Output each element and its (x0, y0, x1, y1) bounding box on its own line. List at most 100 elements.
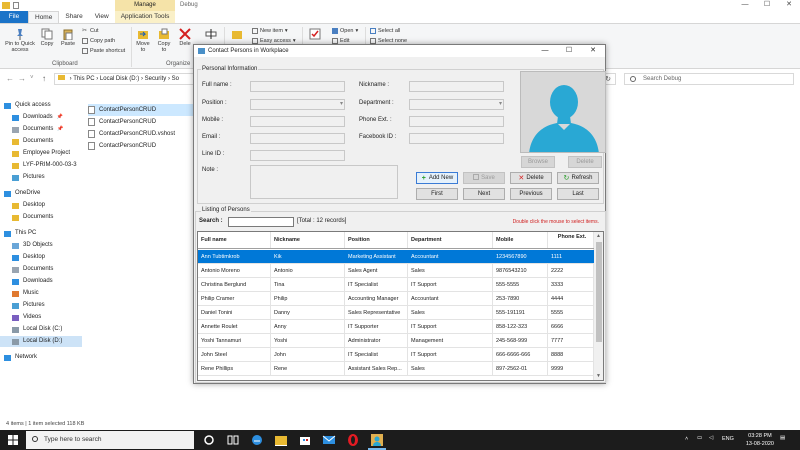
first-button[interactable]: First (416, 188, 458, 200)
file-item[interactable]: ContactPersonCRUD (88, 116, 198, 128)
note-field[interactable] (250, 165, 398, 199)
task-view-icon[interactable] (226, 433, 240, 447)
breadcrumb-security[interactable]: Security (145, 76, 167, 82)
column-header[interactable]: Position (345, 232, 408, 248)
maximize-icon[interactable]: ☐ (756, 0, 778, 11)
nav-item[interactable]: Network (0, 352, 82, 363)
table-row[interactable]: Yoshi Tannamuri Yoshi Administrator Managem… (198, 334, 594, 348)
breadcrumb-local-disk[interactable]: Local Disk (D:) (100, 76, 139, 82)
search-input[interactable]: Search Debug (624, 73, 794, 85)
phone-ext-field[interactable] (409, 116, 504, 127)
nav-item[interactable]: Documents (0, 212, 82, 223)
table-row[interactable]: Rene Phillips Rene Assistant Sales Rep... S… (198, 362, 594, 376)
forward-arrow-icon[interactable]: → (18, 74, 26, 83)
language-indicator[interactable]: ENG (722, 436, 734, 442)
last-button[interactable]: Last (557, 188, 599, 200)
tab-share[interactable]: Share (59, 11, 88, 23)
address-bar[interactable]: › This PC › Local Disk (D:) › Security ›… (54, 73, 214, 85)
column-header[interactable]: Full name (198, 232, 271, 248)
up-arrow-icon[interactable]: ↑ (42, 74, 46, 83)
scroll-up-icon[interactable]: ▲ (596, 233, 601, 239)
close-icon[interactable]: ✕ (778, 0, 800, 11)
nav-item[interactable]: Local Disk (C:) (0, 324, 82, 335)
column-header[interactable]: Phone Ext. (548, 232, 594, 248)
add-new-button[interactable]: + Add New (416, 172, 458, 184)
nav-item[interactable]: Employee Project (0, 148, 82, 159)
nav-item[interactable]: Local Disk (D:) (0, 336, 82, 347)
dialog-close-icon[interactable]: ✕ (581, 45, 605, 57)
network-tray-icon[interactable]: ▭ (697, 435, 702, 441)
facebook-id-field[interactable] (409, 133, 504, 144)
app-person-icon[interactable] (370, 433, 384, 447)
nav-item[interactable]: Documents (0, 136, 82, 147)
tab-home[interactable]: Home (28, 11, 60, 23)
previous-button[interactable]: Previous (510, 188, 552, 200)
back-arrow-icon[interactable]: ← (6, 74, 14, 83)
file-item[interactable]: ContactPersonCRUD (88, 140, 198, 152)
nav-item[interactable]: Pictures (0, 172, 82, 183)
table-row[interactable]: John Steel John IT Specialist IT Support 666… (198, 348, 594, 362)
recent-chevron-icon[interactable]: ˅ (30, 75, 34, 81)
new-item-button[interactable]: New item ▾ (252, 28, 288, 34)
nav-item[interactable]: LYF-PRIM-000-03-3 (0, 160, 82, 171)
browse-photo-button[interactable]: Browse (521, 156, 555, 168)
paste-button[interactable]: Paste (59, 28, 77, 47)
tab-view[interactable]: View (89, 11, 115, 23)
table-row[interactable]: Antonio Moreno Antonio Sales Agent Sales 987… (198, 264, 594, 278)
grid-scrollbar[interactable]: ▲ ▼ (593, 232, 603, 380)
nickname-field[interactable] (409, 81, 504, 92)
nav-item[interactable]: Downloads 📌 (0, 112, 82, 123)
dialog-maximize-icon[interactable]: ☐ (557, 45, 581, 57)
paste-shortcut-button[interactable]: Paste shortcut (82, 48, 125, 54)
minimize-icon[interactable]: — (734, 0, 756, 11)
scroll-down-icon[interactable]: ▼ (596, 373, 601, 379)
column-header[interactable]: Mobile (493, 232, 548, 248)
nav-item[interactable]: Documents (0, 264, 82, 275)
move-to-button[interactable]: Move to (134, 28, 152, 53)
nav-item[interactable]: Pictures (0, 300, 82, 311)
next-button[interactable]: Next (463, 188, 505, 200)
copy-button[interactable]: Copy (38, 28, 56, 47)
properties-icon[interactable] (13, 2, 19, 9)
copy-path-button[interactable]: Copy path (82, 38, 115, 44)
table-row[interactable]: Daniel Tonini Danny Sales Representative Sa… (198, 306, 594, 320)
nav-item[interactable]: 3D Objects (0, 240, 82, 251)
cut-button[interactable]: ✂ Cut (82, 28, 99, 34)
tab-file[interactable]: File (0, 11, 28, 23)
nav-item[interactable]: Quick access (0, 100, 82, 111)
breadcrumb-this-pc[interactable]: This PC (73, 76, 94, 82)
delete-record-button[interactable]: ✕ Delete (510, 172, 552, 184)
search-field[interactable] (228, 217, 294, 227)
table-row[interactable]: Annette Roulet Anny IT Supporter IT Support… (198, 320, 594, 334)
department-select[interactable]: ▾ (409, 99, 504, 110)
cortana-icon[interactable] (202, 433, 216, 447)
table-row[interactable]: Philip Cramer Philip Accounting Manager Acc… (198, 292, 594, 306)
position-select[interactable]: ▾ (250, 99, 345, 110)
table-row[interactable]: Christina Berglund Tina IT Specialist IT Su… (198, 278, 594, 292)
save-button[interactable]: Save (463, 172, 505, 184)
manage-context-tab[interactable]: Manage (115, 0, 175, 11)
rename-button[interactable] (203, 28, 219, 41)
line-id-field[interactable] (250, 150, 345, 161)
tray-chevron-icon[interactable]: ˄ (685, 436, 688, 442)
scroll-thumb[interactable] (596, 242, 602, 342)
table-row[interactable]: Ann Tubtimkrob Kik Marketing Assistant Acco… (198, 250, 594, 264)
nav-item[interactable]: Music (0, 288, 82, 299)
properties-button[interactable] (308, 28, 322, 41)
delete-button[interactable]: Dele (177, 28, 193, 47)
taskbar-search-input[interactable]: Type here to search (26, 431, 194, 449)
taskbar-clock[interactable]: 03:28 PM 13-08-2020 (746, 432, 774, 448)
nav-item[interactable]: Desktop (0, 200, 82, 211)
mail-icon[interactable] (322, 433, 336, 447)
tab-application-tools[interactable]: Application Tools (114, 11, 176, 23)
pin-quick-access-button[interactable]: Pin to Quick access (3, 28, 37, 53)
nav-item[interactable]: Desktop (0, 252, 82, 263)
dialog-minimize-icon[interactable]: — (533, 45, 557, 57)
file-item[interactable]: ContactPersonCRUD.vshost (88, 128, 198, 140)
store-icon[interactable] (298, 433, 312, 447)
windows-start-icon[interactable] (8, 435, 18, 445)
volume-icon[interactable]: ◁ (709, 435, 713, 441)
refresh-button[interactable]: ↻ Refresh (557, 172, 599, 184)
nav-item[interactable]: Documents 📌 (0, 124, 82, 135)
nav-item[interactable]: This PC (0, 228, 82, 239)
